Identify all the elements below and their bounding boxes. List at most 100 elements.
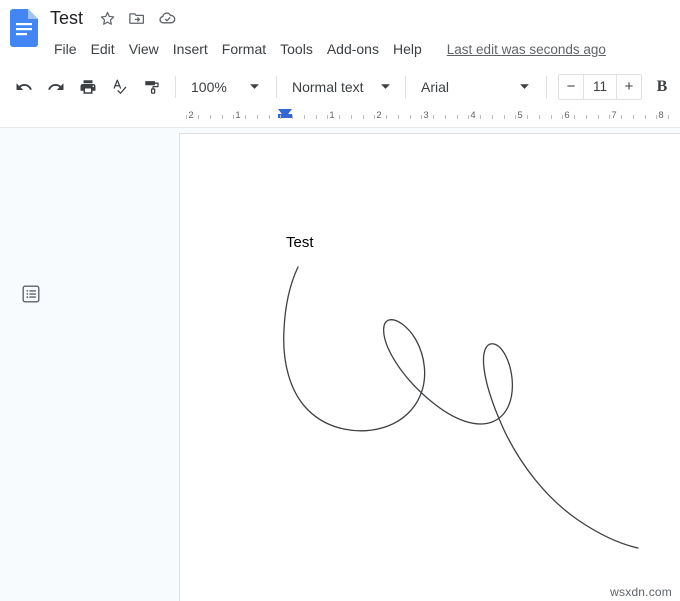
ruler-left-gutter xyxy=(0,106,180,127)
ruler-tick xyxy=(363,115,364,119)
toolbar-separator xyxy=(276,75,277,98)
document-body-text[interactable]: Test xyxy=(286,234,314,252)
bold-button[interactable]: B xyxy=(648,73,676,101)
ruler-tick xyxy=(210,115,211,119)
ruler-tick xyxy=(351,115,352,119)
ruler-number: 5 xyxy=(517,110,523,121)
menu-item-view[interactable]: View xyxy=(122,37,166,62)
ruler-number: 3 xyxy=(423,110,429,121)
ruler-tick xyxy=(421,115,422,119)
menu-item-format[interactable]: Format xyxy=(215,37,273,62)
ruler-tick xyxy=(386,115,387,119)
menu-bar: File Edit View Insert Format Tools Add-o… xyxy=(48,35,680,63)
header-content: Test File Edit View Insert Format Tools … xyxy=(48,0,680,63)
ruler-tick xyxy=(398,115,399,119)
docs-logo-icon[interactable] xyxy=(10,9,38,47)
ruler-tick xyxy=(186,115,187,119)
paint-format-icon[interactable] xyxy=(138,73,166,101)
ruler-tick xyxy=(621,115,622,119)
font-family-selector[interactable]: Arial xyxy=(413,74,539,100)
menu-item-help[interactable]: Help xyxy=(386,37,429,62)
menu-item-file[interactable]: File xyxy=(47,37,84,62)
font-size-decrease-button[interactable]: − xyxy=(559,75,583,99)
ruler-tick xyxy=(574,115,575,119)
ruler-track[interactable]: 21123456789 xyxy=(180,106,680,127)
ruler-tick xyxy=(586,115,587,119)
ruler-number: 2 xyxy=(188,110,194,121)
ruler-number: 1 xyxy=(329,110,335,121)
ruler-tick xyxy=(551,115,552,119)
ruler-number: 4 xyxy=(470,110,476,121)
ruler-tick xyxy=(562,115,563,119)
ruler-number: 7 xyxy=(611,110,617,121)
ruler-tick xyxy=(656,115,657,119)
ruler-tick xyxy=(245,115,246,119)
ruler-tick xyxy=(410,115,411,119)
ruler-tick xyxy=(339,115,340,119)
menu-item-insert[interactable]: Insert xyxy=(166,37,215,62)
chevron-down-icon xyxy=(515,78,533,96)
paragraph-style-selector[interactable]: Normal text xyxy=(284,74,398,100)
ruler-tick xyxy=(539,115,540,119)
document-canvas: Test wsxdn.com xyxy=(0,128,680,601)
app-header: Test File Edit View Insert Format Tools … xyxy=(0,0,680,68)
freehand-scribble-drawing xyxy=(283,266,639,549)
formatting-toolbar: 100% Normal text Arial − 11 + B I U xyxy=(0,68,680,106)
ruler-tick xyxy=(504,115,505,119)
zoom-value: 100% xyxy=(191,78,227,95)
move-to-folder-icon[interactable] xyxy=(125,6,149,30)
document-title[interactable]: Test xyxy=(48,5,89,32)
paragraph-style-value: Normal text xyxy=(292,78,364,95)
ruler-number: 6 xyxy=(564,110,570,121)
ruler-tick xyxy=(292,115,293,119)
title-row: Test xyxy=(48,4,680,32)
watermark-text: wsxdn.com xyxy=(610,585,672,599)
document-page[interactable]: Test wsxdn.com xyxy=(180,134,680,601)
ruler-number: 2 xyxy=(376,110,382,121)
print-icon[interactable] xyxy=(74,73,102,101)
ruler-tick xyxy=(280,115,281,119)
ruler-tick xyxy=(445,115,446,119)
font-family-value: Arial xyxy=(421,78,450,95)
ruler[interactable]: 21123456789 xyxy=(0,106,680,128)
ruler-tick xyxy=(374,115,375,119)
font-size-stepper: − 11 + xyxy=(558,73,642,100)
star-icon[interactable] xyxy=(95,6,119,30)
font-size-increase-button[interactable]: + xyxy=(617,75,641,99)
toolbar-separator xyxy=(546,75,547,98)
last-edit-status[interactable]: Last edit was seconds ago xyxy=(447,42,606,57)
ruler-tick xyxy=(633,115,634,119)
ruler-tick xyxy=(457,115,458,119)
ruler-tick xyxy=(233,115,234,119)
redo-icon[interactable] xyxy=(42,73,70,101)
ruler-tick xyxy=(304,115,305,119)
ruler-tick xyxy=(327,115,328,119)
ruler-tick xyxy=(515,115,516,119)
menu-item-edit[interactable]: Edit xyxy=(84,37,122,62)
ruler-tick xyxy=(598,115,599,119)
ruler-tick xyxy=(269,115,270,119)
zoom-selector[interactable]: 100% xyxy=(183,74,269,100)
cloud-saved-icon[interactable] xyxy=(155,6,179,30)
ruler-tick xyxy=(222,115,223,119)
ruler-tick xyxy=(645,115,646,119)
menu-item-tools[interactable]: Tools xyxy=(273,37,320,62)
spell-check-icon[interactable] xyxy=(106,73,134,101)
ruler-tick xyxy=(257,115,258,119)
chevron-down-icon xyxy=(376,78,394,96)
ruler-tick xyxy=(198,115,199,119)
ruler-tick xyxy=(433,115,434,119)
chevron-down-icon xyxy=(245,78,263,96)
ruler-tick xyxy=(316,115,317,119)
toolbar-separator xyxy=(405,75,406,98)
ruler-tick xyxy=(609,115,610,119)
menu-item-add-ons[interactable]: Add-ons xyxy=(320,37,386,62)
ruler-tick xyxy=(480,115,481,119)
document-outline-icon[interactable] xyxy=(18,281,44,307)
ruler-tick xyxy=(668,115,669,119)
font-size-input[interactable]: 11 xyxy=(583,74,617,99)
ruler-number: 8 xyxy=(658,110,664,121)
undo-icon[interactable] xyxy=(10,73,38,101)
ruler-tick xyxy=(468,115,469,119)
ruler-number: 1 xyxy=(235,110,241,121)
